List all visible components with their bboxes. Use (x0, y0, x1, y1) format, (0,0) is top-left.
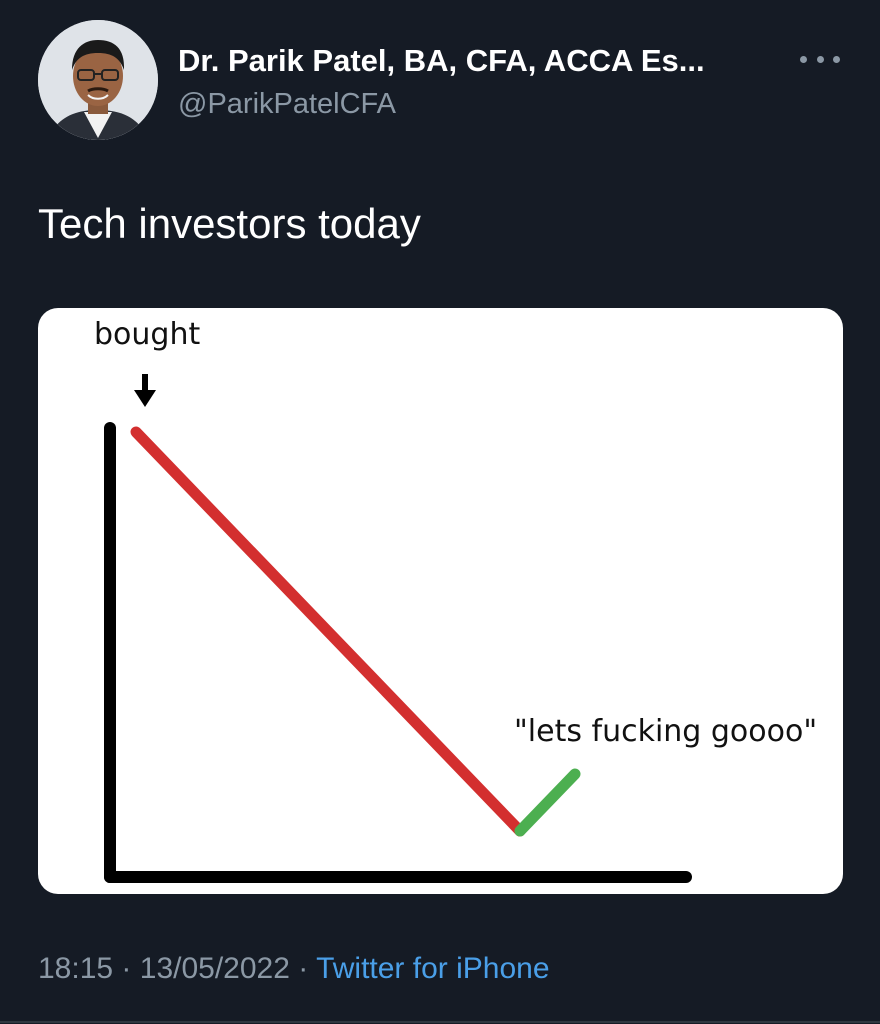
tweet-text: Tech investors today (38, 200, 421, 247)
tweet: Dr. Parik Patel, BA, CFA, ACCA Es... @Pa… (0, 0, 880, 1024)
avatar[interactable] (38, 20, 158, 140)
author-display-name[interactable]: Dr. Parik Patel, BA, CFA, ACCA Es... (178, 43, 705, 79)
tweet-media-image[interactable]: bought "lets fucking goooo" (38, 308, 843, 894)
tweet-date[interactable]: 13/05/2022 (140, 952, 290, 985)
tweet-meta: 18:15 · 13/05/2022 · Twitter for iPhone (38, 952, 550, 986)
more-options-icon[interactable] (800, 44, 840, 74)
rebound-line (514, 768, 581, 837)
down-arrow-icon (134, 374, 156, 407)
tweet-source-link[interactable]: Twitter for iPhone (316, 952, 549, 985)
decline-line (130, 426, 526, 837)
tweet-time[interactable]: 18:15 (38, 952, 113, 985)
label-lets-go: "lets fucking goooo" (514, 714, 818, 749)
more-dot (816, 55, 824, 63)
meme-chart (104, 374, 692, 883)
more-dot (800, 55, 807, 63)
more-dot (833, 55, 840, 63)
avatar-image (38, 20, 158, 140)
author-handle[interactable]: @ParikPatelCFA (178, 88, 396, 121)
divider (0, 1021, 880, 1023)
meta-separator: · (121, 952, 132, 985)
meta-separator: · (298, 952, 309, 985)
label-bought: bought (94, 317, 201, 352)
